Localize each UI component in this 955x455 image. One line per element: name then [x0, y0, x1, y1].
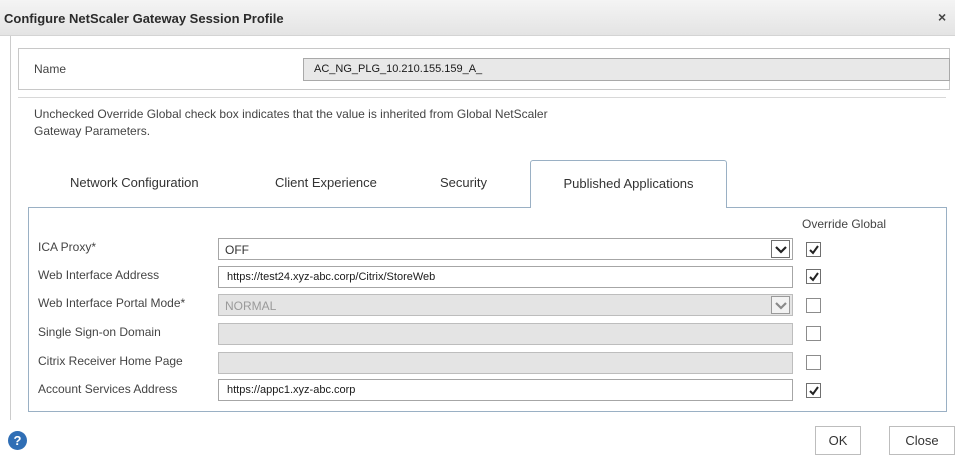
dialog-title: Configure NetScaler Gateway Session Prof… [4, 11, 284, 26]
web-interface-address-override-checkbox[interactable] [806, 269, 821, 284]
dialog-footer [0, 420, 955, 455]
tab-client-experience[interactable]: Client Experience [275, 175, 377, 190]
web-interface-portal-mode-label: Web Interface Portal Mode* [38, 296, 186, 310]
ica-proxy-override-checkbox[interactable] [806, 242, 821, 257]
close-icon[interactable]: × [938, 9, 955, 26]
chevron-down-icon [771, 296, 790, 314]
ok-button[interactable]: OK [815, 426, 861, 455]
web-interface-address-label: Web Interface Address [38, 268, 160, 282]
tab-security[interactable]: Security [440, 175, 487, 190]
account-services-address-label: Account Services Address [38, 382, 178, 396]
single-sign-on-domain-field [218, 323, 793, 345]
ica-proxy-label: ICA Proxy* [38, 240, 97, 254]
close-button[interactable]: Close [889, 426, 955, 455]
account-services-address-field[interactable]: https://appc1.xyz-abc.corp [218, 379, 793, 401]
checkmark-icon [809, 245, 819, 255]
checkmark-icon [809, 272, 819, 282]
override-global-header: Override Global [802, 217, 887, 231]
ica-proxy-select[interactable]: OFF [218, 238, 793, 260]
section-divider [18, 97, 946, 98]
web-interface-address-field[interactable]: https://test24.xyz-abc.corp/Citrix/Store… [218, 266, 793, 288]
question-mark-icon[interactable]: ? [8, 431, 27, 450]
web-interface-portal-mode-select: NORMAL [218, 294, 793, 316]
inheritance-info-text: Unchecked Override Global check box indi… [34, 107, 548, 138]
receiver-home-page-override-checkbox[interactable] [806, 355, 821, 370]
chevron-down-icon[interactable] [771, 240, 790, 258]
portal-mode-value: NORMAL [225, 299, 277, 313]
portal-mode-override-checkbox[interactable] [806, 298, 821, 313]
dialog-left-edge [10, 36, 11, 436]
sso-domain-override-checkbox[interactable] [806, 326, 821, 341]
tab-network-configuration[interactable]: Network Configuration [70, 175, 199, 190]
single-sign-on-domain-label: Single Sign-on Domain [38, 325, 161, 339]
account-services-override-checkbox[interactable] [806, 383, 821, 398]
tab-published-applications[interactable]: Published Applications [530, 160, 727, 208]
citrix-receiver-home-page-field [218, 352, 793, 374]
name-field: AC_NG_PLG_10.210.155.159_A_ [303, 58, 950, 81]
name-label: Name [34, 62, 67, 76]
citrix-receiver-home-page-label: Citrix Receiver Home Page [38, 354, 183, 368]
checkmark-icon [809, 386, 819, 396]
ica-proxy-value: OFF [225, 243, 249, 257]
